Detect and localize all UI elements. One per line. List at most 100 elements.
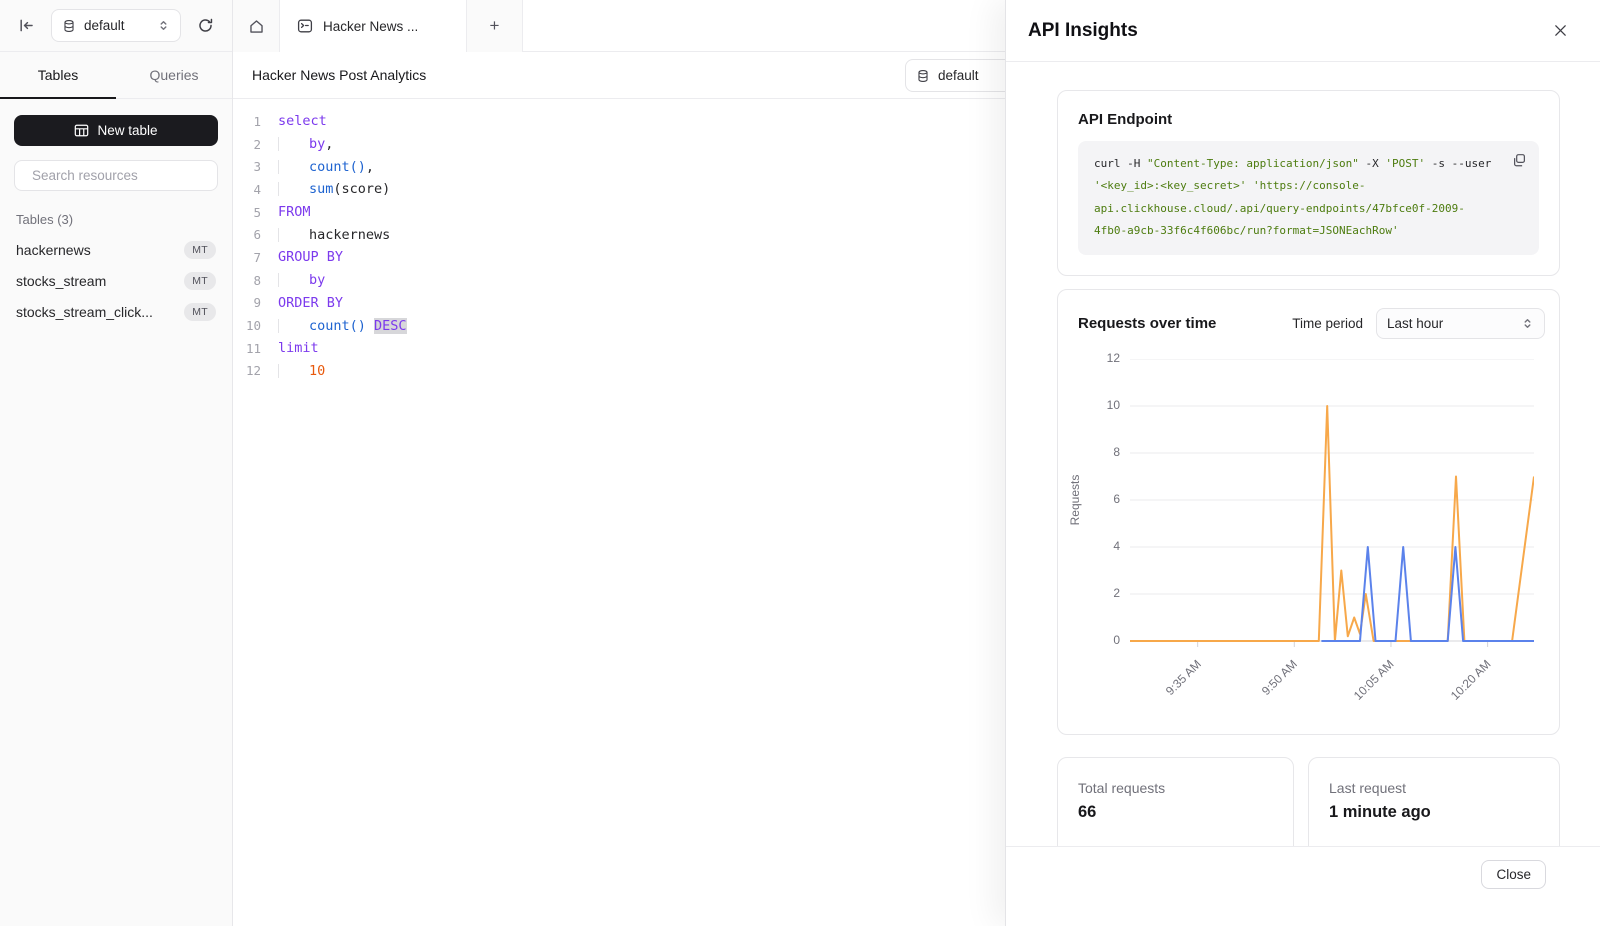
code-text: hackernews bbox=[278, 227, 390, 243]
refresh-button[interactable] bbox=[195, 15, 216, 36]
sidebar-topbar: default bbox=[0, 0, 232, 52]
table-row[interactable]: stocks_stream MT bbox=[14, 265, 218, 296]
query-title: Hacker News Post Analytics bbox=[252, 52, 426, 99]
sidebar-database-select[interactable]: default bbox=[51, 9, 181, 42]
y-tick-label: 6 bbox=[1058, 492, 1120, 506]
last-request-card: Last request 1 minute ago bbox=[1308, 757, 1560, 857]
tab-label: Hacker News ... bbox=[323, 19, 418, 34]
time-period-select[interactable]: Last hour bbox=[1376, 308, 1545, 339]
close-icon bbox=[1553, 23, 1568, 38]
code-text: by, bbox=[278, 136, 333, 152]
code-text: count() DESC bbox=[278, 318, 407, 334]
home-button[interactable] bbox=[233, 0, 280, 52]
x-tick-label: 10:05 AM bbox=[1351, 657, 1397, 703]
table-name: stocks_stream bbox=[16, 273, 106, 289]
sidebar-database-value: default bbox=[84, 18, 149, 33]
database-icon bbox=[916, 69, 930, 83]
new-table-button[interactable]: New table bbox=[14, 115, 218, 146]
x-tick-label: 9:50 AM bbox=[1259, 657, 1300, 698]
api-endpoint-card: API Endpoint curl -H "Content-Type: appl… bbox=[1057, 90, 1560, 276]
add-tab-button[interactable]: + bbox=[467, 0, 523, 52]
code-text: limit bbox=[278, 340, 319, 356]
y-tick-label: 2 bbox=[1058, 586, 1120, 600]
table-grid-icon bbox=[74, 123, 89, 138]
line-number: 5 bbox=[233, 205, 278, 220]
sidebar-body: New table Tables (3) hackernewsMTstocks_… bbox=[0, 99, 232, 343]
tables-section-label: Tables (3) bbox=[16, 212, 216, 227]
last-request-value: 1 minute ago bbox=[1329, 803, 1559, 822]
y-tick-label: 0 bbox=[1058, 633, 1120, 647]
time-period-value: Last hour bbox=[1387, 316, 1513, 331]
query-terminal-icon bbox=[297, 18, 313, 34]
line-number: 6 bbox=[233, 227, 278, 242]
engine-badge: MT bbox=[184, 303, 216, 321]
chevron-up-down-icon bbox=[157, 19, 170, 32]
table-row[interactable]: stocks_stream_click...MT bbox=[14, 296, 218, 327]
total-requests-label: Total requests bbox=[1078, 780, 1293, 796]
tab-queries[interactable]: Queries bbox=[116, 52, 232, 98]
code-text: GROUP BY bbox=[278, 249, 343, 265]
collapse-sidebar-button[interactable] bbox=[16, 15, 37, 36]
chevron-up-down-icon bbox=[1521, 317, 1534, 330]
close-panel-button[interactable] bbox=[1551, 21, 1570, 40]
code-text: 10 bbox=[278, 363, 325, 379]
api-endpoint-title: API Endpoint bbox=[1078, 111, 1539, 128]
tab-tables[interactable]: Tables bbox=[0, 52, 116, 98]
copy-button[interactable] bbox=[1510, 151, 1529, 170]
code-text: ORDER BY bbox=[278, 295, 343, 311]
curl-command: curl -H "Content-Type: application/json"… bbox=[1094, 157, 1491, 237]
code-text: count(), bbox=[278, 159, 374, 175]
x-tick-label: 9:35 AM bbox=[1163, 657, 1204, 698]
code-text: by bbox=[278, 272, 325, 288]
line-number: 12 bbox=[233, 363, 278, 378]
close-button[interactable]: Close bbox=[1481, 860, 1546, 889]
time-period-control: Time period Last hour bbox=[1292, 308, 1545, 339]
panel-title: API Insights bbox=[1028, 20, 1138, 42]
requests-chart-svg bbox=[1130, 359, 1534, 651]
curl-code-block: curl -H "Content-Type: application/json"… bbox=[1078, 141, 1539, 255]
api-insights-panel: API Insights API Endpoint curl -H "Conte… bbox=[1005, 0, 1600, 926]
tables-list: hackernewsMTstocks_streamMTstocks_stream… bbox=[14, 234, 218, 327]
y-tick-label: 10 bbox=[1058, 398, 1120, 412]
y-tick-label: 4 bbox=[1058, 539, 1120, 553]
sidebar: default Tables Queries New table Tables … bbox=[0, 0, 233, 926]
refresh-icon bbox=[197, 17, 214, 34]
line-number: 2 bbox=[233, 137, 278, 152]
table-name: hackernews bbox=[16, 242, 91, 258]
search-input[interactable] bbox=[32, 168, 209, 183]
code-text: FROM bbox=[278, 204, 311, 220]
time-period-label: Time period bbox=[1292, 316, 1363, 331]
y-tick-label: 12 bbox=[1058, 351, 1120, 365]
code-text: select bbox=[278, 113, 327, 129]
engine-badge: MT bbox=[184, 272, 216, 290]
panel-header: API Insights bbox=[1006, 0, 1600, 62]
series_orange-line bbox=[1130, 406, 1534, 641]
tab-hacker-news[interactable]: Hacker News ... bbox=[280, 0, 467, 52]
last-request-label: Last request bbox=[1329, 780, 1559, 796]
app-window: default Tables Queries New table Tables … bbox=[0, 0, 1600, 926]
line-number: 11 bbox=[233, 341, 278, 356]
home-icon bbox=[248, 18, 265, 35]
collapse-sidebar-icon bbox=[18, 17, 35, 34]
line-number: 10 bbox=[233, 318, 278, 333]
sidebar-tabs: Tables Queries bbox=[0, 52, 232, 99]
new-table-label: New table bbox=[97, 123, 157, 138]
total-requests-value: 66 bbox=[1078, 803, 1293, 822]
total-requests-card: Total requests 66 bbox=[1057, 757, 1294, 857]
y-tick-label: 8 bbox=[1058, 445, 1120, 459]
x-tick-label: 10:20 AM bbox=[1448, 657, 1494, 703]
panel-footer: Close bbox=[1006, 846, 1600, 926]
table-row[interactable]: hackernews MT bbox=[14, 234, 218, 265]
line-number: 1 bbox=[233, 114, 278, 129]
engine-badge: MT bbox=[184, 241, 216, 259]
copy-icon bbox=[1512, 153, 1527, 168]
code-text: sum(score) bbox=[278, 181, 390, 197]
line-number: 4 bbox=[233, 182, 278, 197]
database-icon bbox=[62, 19, 76, 33]
chart-header: Requests over time Time period Last hour bbox=[1078, 308, 1545, 339]
chart-title: Requests over time bbox=[1078, 315, 1216, 332]
requests-chart-card: Requests over time Time period Last hour… bbox=[1057, 289, 1560, 735]
search-box bbox=[14, 160, 218, 191]
line-number: 3 bbox=[233, 159, 278, 174]
line-number: 8 bbox=[233, 273, 278, 288]
